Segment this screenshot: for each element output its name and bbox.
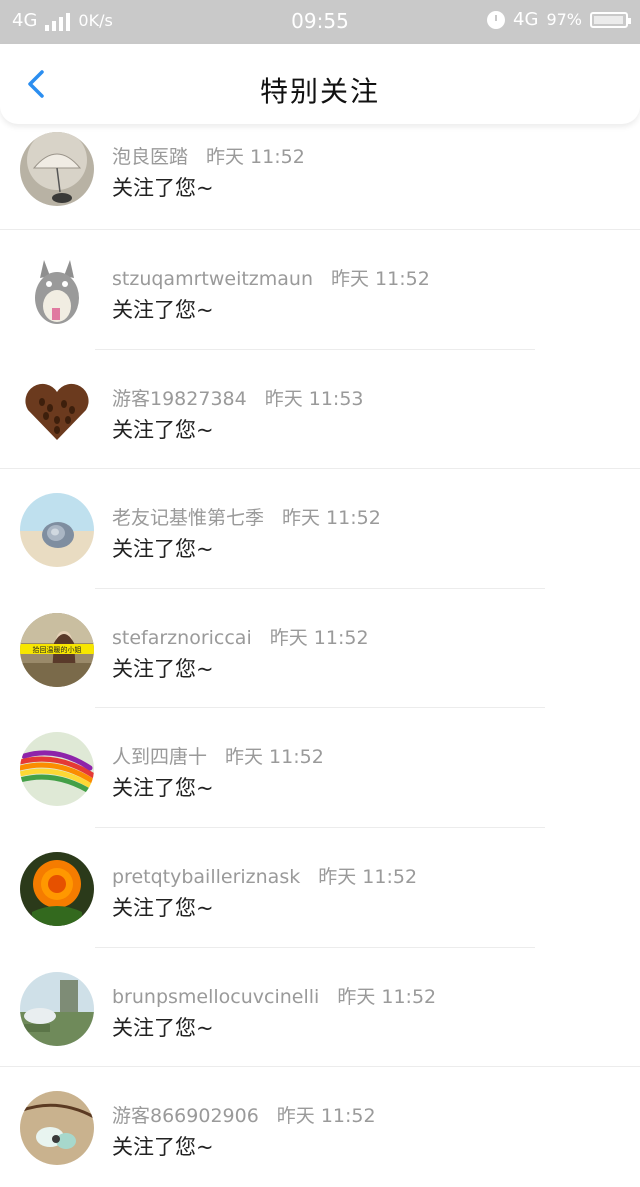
coffee-heart-photo-avatar [20, 373, 94, 448]
rainbow-ribbons-photo-avatar [20, 732, 94, 807]
notification-list[interactable]: 泡良医踏 昨天 11:52 关注了您~ stzuqamrtweitzmaun 昨天 … [0, 124, 640, 1187]
avatar[interactable] [20, 851, 94, 926]
list-item[interactable]: brunpsmellocuvcinelli 昨天 11:52 关注了您~ [0, 948, 640, 1068]
user-name[interactable]: 游客19827384 [112, 388, 247, 410]
avatar[interactable] [20, 493, 94, 568]
avatar-caption: 拾回温暖的小姐 [33, 645, 82, 654]
timestamp: 昨天 11:53 [264, 387, 364, 410]
action-text: 关注了您~ [112, 417, 214, 442]
timestamp: 昨天 11:52 [225, 746, 324, 769]
action-text: 关注了您~ [112, 176, 214, 200]
user-name[interactable]: 人到四唐十 [112, 746, 207, 768]
list-item[interactable]: 人到四唐十 昨天 11:52 关注了您~ [0, 708, 640, 828]
action-text: 关注了您~ [112, 1015, 214, 1040]
battery-percent: 97% [546, 10, 582, 29]
list-item[interactable]: 泡良医踏 昨天 11:52 关注了您~ [0, 124, 640, 230]
user-name[interactable]: brunpsmellocuvcinelli [112, 986, 319, 1008]
timestamp: 昨天 11:52 [337, 985, 437, 1008]
alarm-icon [487, 10, 506, 29]
timestamp: 昨天 11:52 [282, 507, 381, 530]
user-name[interactable]: pretqtybailleriznask [112, 866, 300, 888]
list-item[interactable]: 拾回温暖的小姐 stefarznoriccai 昨天 11:52 关注了您~ [0, 589, 640, 709]
totoro-illustration-avatar [20, 254, 94, 328]
ruins-landscape-photo-avatar [20, 971, 94, 1046]
page-title: 特别关注 [259, 75, 380, 108]
action-text: 关注了您~ [112, 298, 214, 322]
avatar[interactable] [20, 373, 94, 448]
navigation-bar: 特别关注 [0, 44, 640, 124]
avatar[interactable] [20, 1091, 94, 1166]
action-text: 关注了您~ [112, 656, 214, 681]
user-name[interactable]: stefarznoriccai [112, 627, 252, 649]
flower-pendant-photo-avatar [20, 1091, 94, 1166]
action-text: 关注了您~ [112, 537, 214, 562]
user-name[interactable]: 游客866902906 [112, 1105, 259, 1127]
user-name[interactable]: 老友记基惟第七季 [112, 507, 264, 529]
network-right-label: 4G [513, 9, 539, 30]
user-name[interactable]: 泡良医踏 [112, 146, 188, 168]
umbrella-photo-avatar [20, 132, 94, 206]
timestamp: 昨天 11:52 [269, 626, 369, 649]
avatar[interactable] [20, 971, 94, 1046]
list-item[interactable]: 游客19827384 昨天 11:53 关注了您~ [0, 350, 640, 470]
orange-rose-photo-avatar [20, 851, 94, 926]
girl-photo-avatar: 拾回温暖的小姐 [20, 612, 94, 687]
timestamp: 昨天 11:52 [331, 268, 430, 290]
action-text: 关注了您~ [112, 776, 214, 801]
list-item[interactable]: 老友记基惟第七季 昨天 11:52 关注了您~ [0, 469, 640, 589]
avatar[interactable]: 拾回温暖的小姐 [20, 612, 94, 687]
timestamp: 昨天 11:52 [318, 865, 418, 888]
status-bar: 4G 0K/s 09:55 4G 97% [0, 0, 640, 44]
user-name[interactable]: stzuqamrtweitzmaun [112, 268, 313, 290]
avatar[interactable] [20, 254, 94, 328]
list-item[interactable]: 游客866902906 昨天 11:52 关注了您~ [0, 1067, 640, 1187]
timestamp: 昨天 11:52 [276, 1105, 376, 1128]
avatar[interactable] [20, 132, 94, 206]
list-item[interactable]: stzuqamrtweitzmaun 昨天 11:52 关注了您~ [0, 230, 640, 350]
action-text: 关注了您~ [112, 895, 214, 920]
action-text: 关注了您~ [112, 1135, 214, 1160]
avatar[interactable] [20, 732, 94, 807]
battery-icon [590, 11, 631, 28]
list-item[interactable]: pretqtybailleriznask 昨天 11:52 关注了您~ [0, 828, 640, 948]
timestamp: 昨天 11:52 [206, 146, 305, 168]
shell-photo-avatar [20, 493, 94, 568]
